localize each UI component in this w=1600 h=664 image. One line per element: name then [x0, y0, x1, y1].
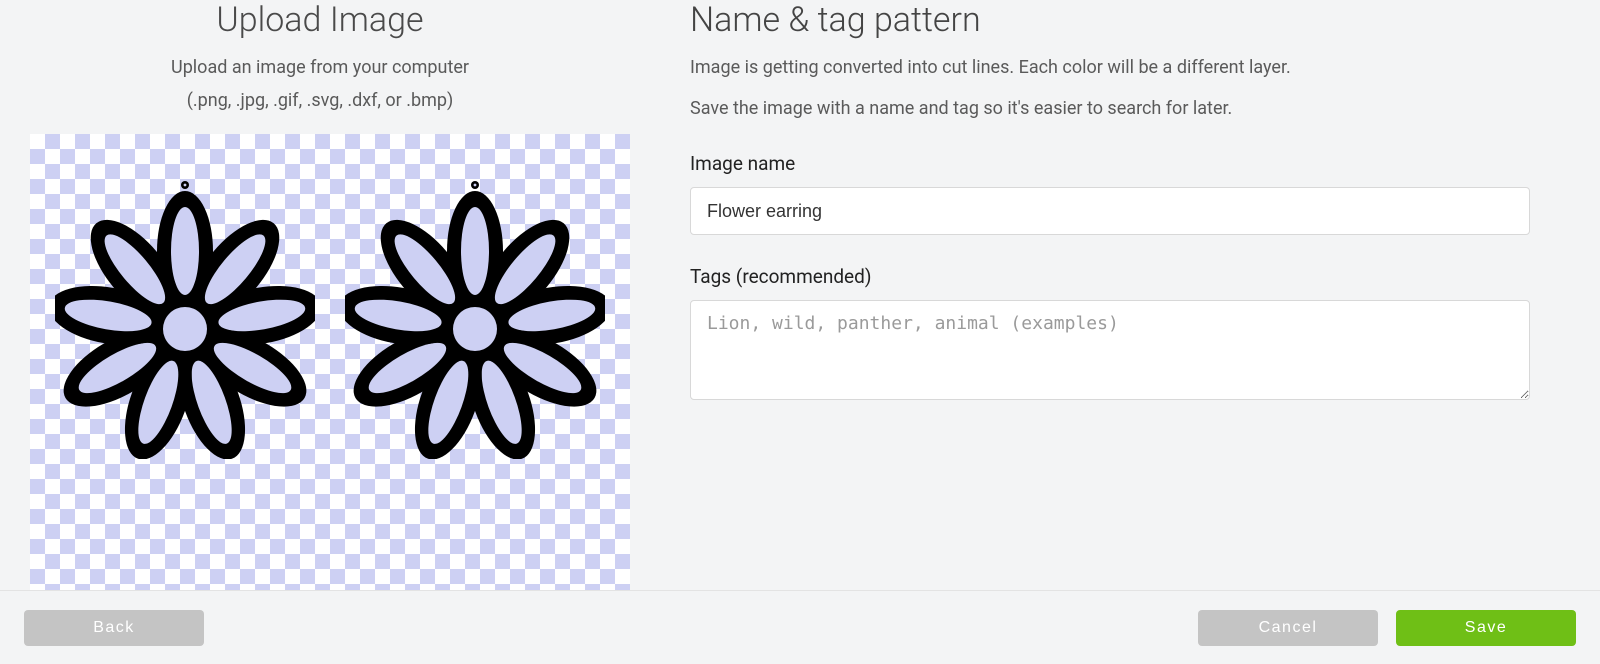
- upload-subtitle-1: Upload an image from your computer: [30, 54, 610, 81]
- cancel-button[interactable]: Cancel: [1198, 610, 1378, 646]
- upload-subtitle-2: (.png, .jpg, .gif, .svg, .dxf, or .bmp): [30, 87, 610, 114]
- earring-left-icon: [55, 179, 315, 459]
- name-tag-title: Name & tag pattern: [690, 0, 1530, 40]
- image-preview: [30, 134, 630, 590]
- upload-title: Upload Image: [30, 0, 610, 40]
- upload-panel: Upload Image Upload an image from your c…: [0, 0, 640, 590]
- earring-right-icon: [345, 179, 605, 459]
- back-button[interactable]: Back: [24, 610, 204, 646]
- tags-label: Tags (recommended): [690, 265, 1530, 288]
- name-tag-sub1: Image is getting converted into cut line…: [690, 54, 1530, 81]
- tags-input[interactable]: [690, 300, 1530, 400]
- footer-bar: Back Cancel Save: [0, 590, 1600, 664]
- save-button[interactable]: Save: [1396, 610, 1576, 646]
- name-tag-sub2: Save the image with a name and tag so it…: [690, 95, 1530, 122]
- image-name-label: Image name: [690, 152, 1530, 175]
- image-name-input[interactable]: [690, 187, 1530, 235]
- name-tag-panel: Name & tag pattern Image is getting conv…: [640, 0, 1600, 590]
